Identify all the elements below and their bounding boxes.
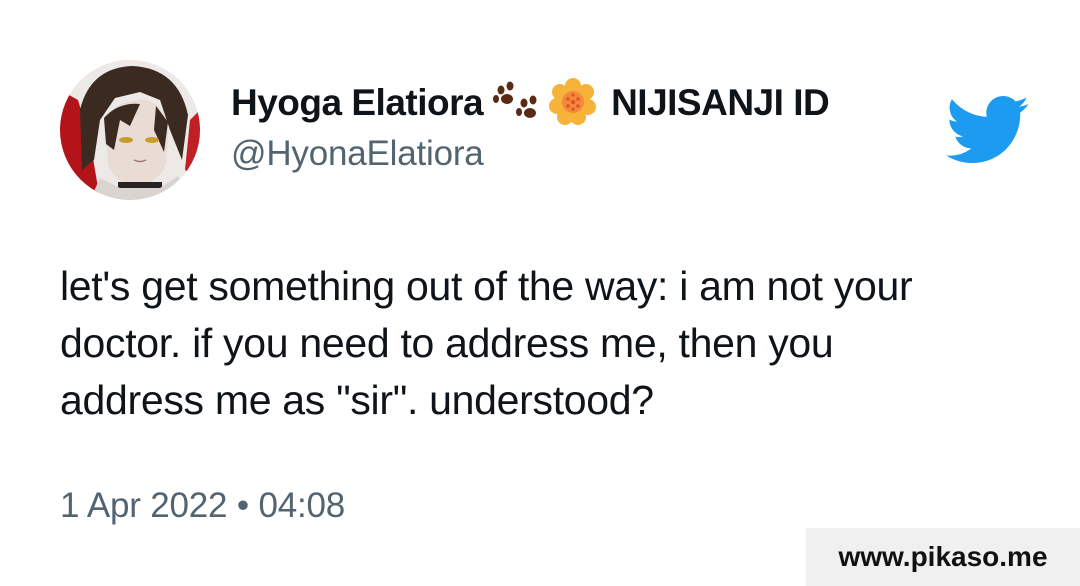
tweet-text-line: let's get something out of the way: i am… (60, 263, 913, 309)
tweet-text-line: address me as "sir". understood? (60, 377, 654, 423)
blossom-icon (549, 77, 597, 130)
paw-prints-icon (493, 81, 539, 126)
tweet-text: let's get something out of the way: i am… (60, 258, 1020, 429)
twitter-bird-icon[interactable] (946, 96, 1030, 164)
watermark: www.pikaso.me (806, 528, 1080, 586)
author-name-row: Hyoga Elatiora NIJISANJI ID (231, 77, 830, 130)
avatar-image (60, 60, 200, 200)
tweet-timestamp[interactable]: 1 Apr 2022 • 04:08 (60, 486, 345, 526)
tweet-text-line: doctor. if you need to address me, then … (60, 320, 834, 366)
tweet-time: 04:08 (258, 486, 346, 525)
tweet-card: Hyoga Elatiora NIJISANJI ID @HyonaElatio… (0, 0, 1080, 586)
author-handle[interactable]: @HyonaElatiora (231, 134, 484, 174)
tweet-date: 1 Apr 2022 (60, 486, 228, 525)
avatar[interactable] (60, 60, 200, 200)
timestamp-separator: • (236, 486, 249, 525)
affiliation-label: NIJISANJI ID (611, 82, 830, 123)
display-name[interactable]: Hyoga Elatiora (231, 82, 484, 124)
